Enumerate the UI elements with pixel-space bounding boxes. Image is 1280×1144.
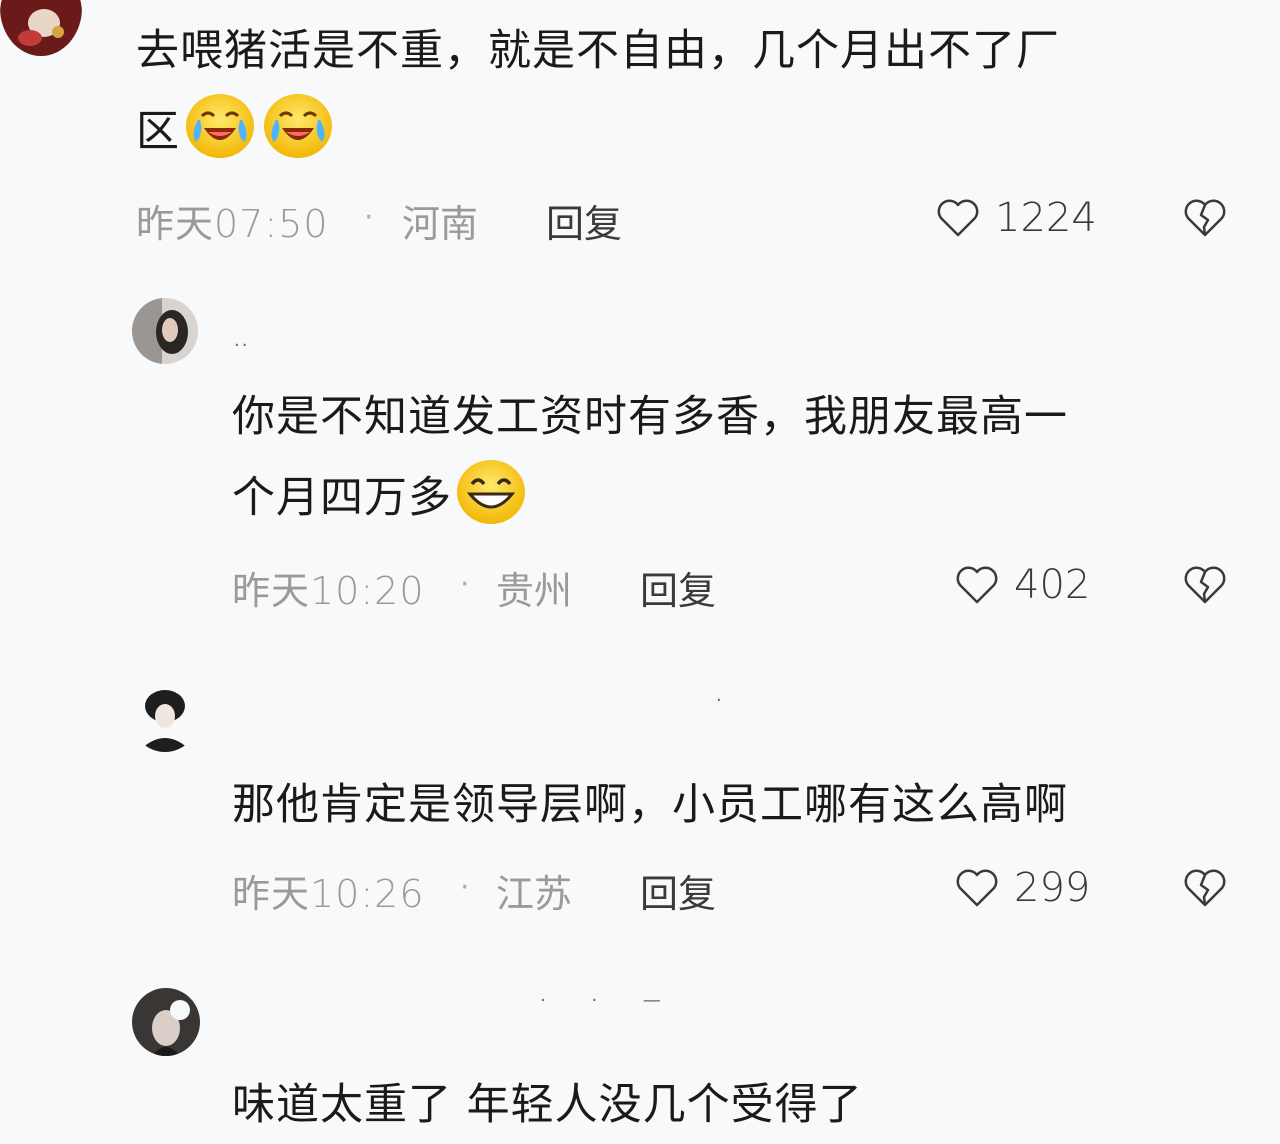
username[interactable]: · · — (540, 990, 681, 1011)
reply-button[interactable]: 回复 (546, 193, 622, 248)
comment-location: 贵州 (496, 569, 573, 613)
crying-laughing-emoji-icon (260, 90, 336, 160)
like-button[interactable]: 402 (954, 560, 1090, 610)
like-button[interactable]: 299 (954, 863, 1090, 913)
reply-button[interactable]: 回复 (640, 863, 716, 918)
reply-button[interactable]: 回复 (640, 560, 716, 615)
comment-text-line: 那他肯定是领导层啊，小员工哪有这么高啊 (232, 780, 1068, 830)
comment-text-line: 区 (136, 90, 1236, 171)
comment-text-fragment: 区 (136, 107, 180, 157)
comment-text-line: 你是不知道发工资时有多香，我朋友最高一 (232, 392, 1068, 442)
broken-heart-icon (1184, 869, 1226, 907)
avatar-image (0, 0, 82, 56)
dislike-button[interactable] (1183, 564, 1227, 606)
comment-text: 那他肯定是领导层啊，小员工哪有这么高啊 (232, 766, 1242, 844)
comment-time: 昨天10:26 (232, 872, 425, 916)
dislike-button[interactable] (1183, 197, 1227, 239)
username[interactable]: · (716, 690, 724, 711)
like-count: 299 (1014, 865, 1091, 911)
avatar[interactable] (132, 686, 198, 752)
avatar[interactable] (132, 298, 198, 364)
like-button[interactable]: 1224 (935, 193, 1097, 243)
comment-text-line: 个月四万多 (232, 456, 1242, 537)
separator-dot: · (460, 870, 470, 905)
comment-text-line: 去喂猪活是不重，就是不自由，几个月出不了厂 (136, 26, 1060, 76)
broken-heart-icon (1184, 199, 1226, 237)
comment-text: 你是不知道发工资时有多香，我朋友最高一 个月四万多 (232, 378, 1242, 537)
heart-icon (956, 869, 998, 907)
avatar-image (132, 298, 198, 364)
heart-icon (937, 199, 979, 237)
crying-laughing-emoji-icon (182, 90, 258, 160)
dislike-button[interactable] (1183, 867, 1227, 909)
like-count: 1224 (995, 195, 1097, 241)
username[interactable]: .. (234, 330, 249, 351)
separator-dot: · (460, 567, 470, 602)
separator-dot: · (364, 200, 374, 235)
like-count: 402 (1014, 562, 1091, 608)
comment-location: 河南 (402, 202, 479, 246)
avatar[interactable] (0, 0, 82, 58)
grinning-emoji-icon (454, 456, 528, 526)
comment-location: 江苏 (496, 872, 573, 916)
broken-heart-icon (1184, 566, 1226, 604)
comment-text: 去喂猪活是不重，就是不自由，几个月出不了厂 区 (136, 12, 1236, 171)
heart-icon (956, 566, 998, 604)
comment-text: 味道太重了 年轻人没几个受得了 (232, 1066, 1242, 1144)
comment-text-fragment: 个月四万多 (232, 473, 452, 523)
comment-time: 昨天07:50 (136, 202, 329, 246)
avatar[interactable] (132, 988, 200, 1056)
avatar-image (132, 686, 198, 752)
comment-text-line: 味道太重了 年轻人没几个受得了 (232, 1080, 863, 1130)
comment-time: 昨天10:20 (232, 569, 425, 613)
avatar-image (132, 988, 200, 1056)
